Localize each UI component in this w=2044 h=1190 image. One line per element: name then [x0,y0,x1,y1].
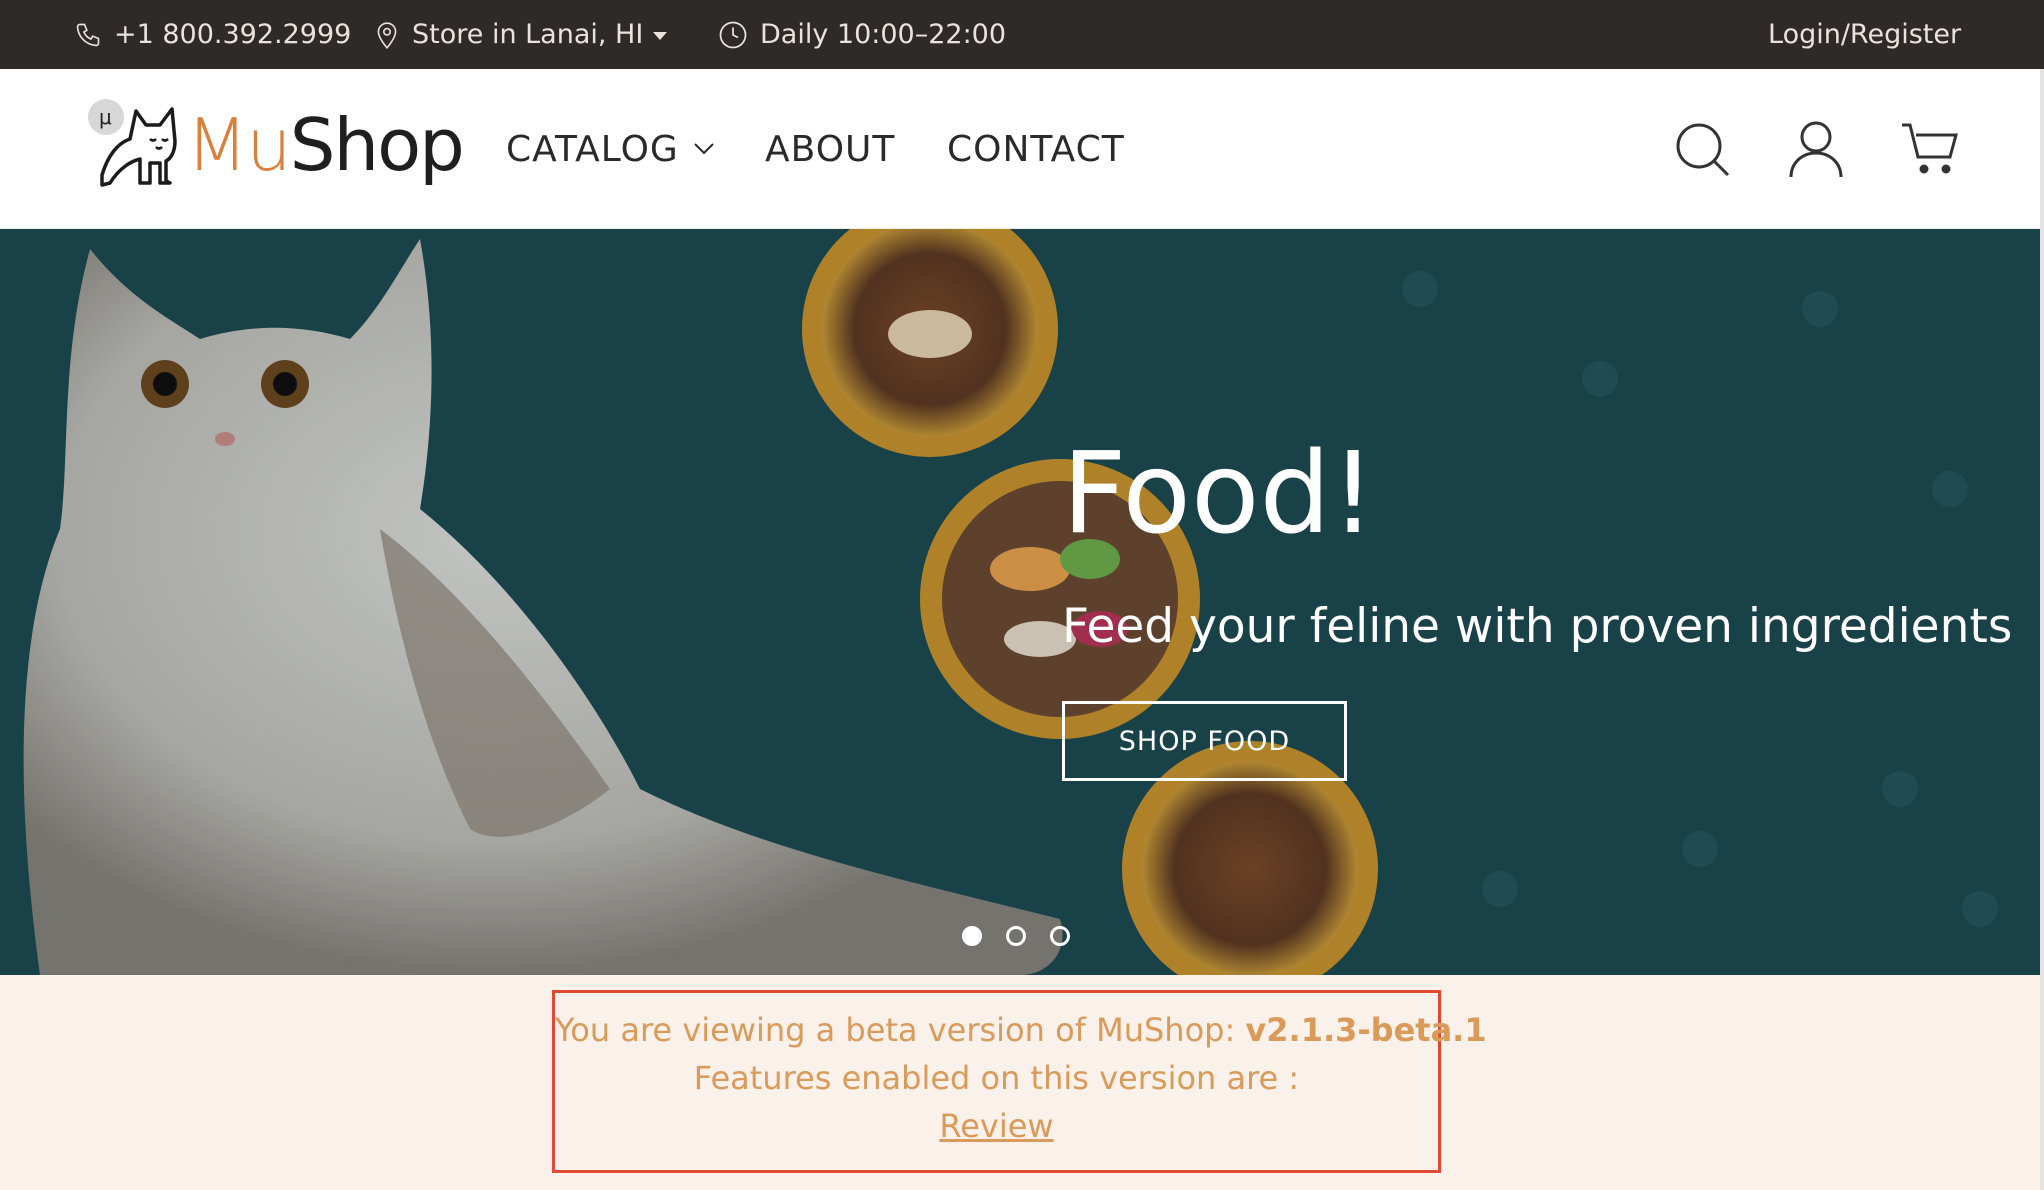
logo-shop: Shop [289,103,465,187]
top-utility-bar: +1 800.392.2999 Store in Lanai, HI Daily… [0,0,2044,69]
store-hours: Daily 10:00–22:00 [718,0,1006,69]
hero-title: Food! [1062,429,1376,559]
location-pin-icon [377,21,397,49]
beta-version-line: You are viewing a beta version of MuShop… [555,1011,1487,1049]
mushop-logo[interactable]: μ MuShop [80,97,465,197]
beta-banner: You are viewing a beta version of MuShop… [0,975,2044,1190]
site-header: μ MuShop CATALOG ABOUT CONTACT [0,69,2044,229]
review-link[interactable]: Review [939,1107,1053,1145]
phone-number: +1 800.392.2999 [114,19,352,50]
carousel-dot-3[interactable] [1050,926,1070,946]
search-icon[interactable] [1672,119,1732,179]
logo-mu: Mu [186,103,292,187]
nav-about-label: ABOUT [765,128,896,170]
beta-prefix: You are viewing a beta version of MuShop… [555,1011,1246,1049]
phone-contact[interactable]: +1 800.392.2999 [74,0,351,69]
carousel-indicators [962,926,1070,946]
beta-notice-box: You are viewing a beta version of MuShop… [552,990,1487,1173]
cat-logo-icon: μ [88,99,177,187]
hero-subtitle: Feed your feline with proven ingredients [1062,599,2013,654]
beta-review-line: Review [555,1107,1438,1145]
hours-label: Daily 10:00–22:00 [760,19,1007,50]
clock-icon [719,21,747,48]
scrollbar-track[interactable] [2040,69,2044,1190]
logo-badge: μ [99,105,112,129]
store-label: Store in Lanai, HI [412,19,644,50]
nav-about[interactable]: ABOUT [765,69,895,229]
chevron-down-icon [694,143,714,155]
beta-version: v2.1.3-beta.1 [1245,1011,1487,1049]
login-register-label: Login/Register [1768,19,1962,50]
carousel-dot-1[interactable] [962,926,982,946]
nav-contact[interactable]: CONTACT [947,69,1125,229]
caret-down-icon [653,31,668,40]
shop-food-button[interactable]: SHOP FOOD [1062,701,1347,781]
carousel-dot-2[interactable] [1006,926,1026,946]
user-icon[interactable] [1786,119,1846,179]
login-register-link[interactable]: Login/Register [1768,0,1961,69]
nav-catalog[interactable]: CATALOG [506,69,715,229]
nav-contact-label: CONTACT [947,128,1125,170]
cart-icon[interactable] [1900,119,1960,179]
phone-icon [76,23,100,46]
beta-features-line: Features enabled on this version are : [693,1059,1300,1097]
nav-catalog-label: CATALOG [506,128,679,170]
store-selector[interactable]: Store in Lanai, HI [374,0,668,69]
hero-carousel: Food! Feed your feline with proven ingre… [0,229,2044,975]
logo-wordmark: MuShop [186,109,465,181]
